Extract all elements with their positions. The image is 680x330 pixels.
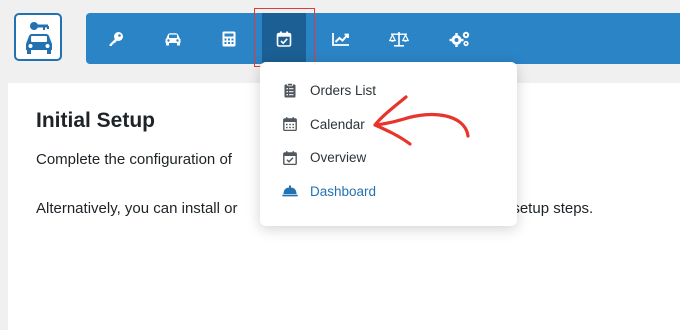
calendar-icon <box>282 116 298 132</box>
toolbar-button-settings[interactable] <box>440 13 480 64</box>
car-icon <box>165 32 181 45</box>
car-key-logo-icon <box>26 22 52 54</box>
intro-text: Complete the configuration of <box>36 151 232 168</box>
menu-item-label: Calendar <box>310 116 365 132</box>
calendar-check-icon <box>282 150 298 166</box>
top-toolbar <box>86 13 680 64</box>
chart-line-icon <box>332 32 349 46</box>
menu-item-dashboard[interactable]: Dashboard <box>260 175 517 209</box>
calculator-icon <box>222 31 236 46</box>
toolbar-button-calculator[interactable] <box>209 13 249 64</box>
menu-item-calendar[interactable]: Calendar <box>260 108 517 142</box>
toolbar-button-reports[interactable] <box>321 13 361 64</box>
menu-item-orders-list[interactable]: Orders List <box>260 74 517 108</box>
key-icon <box>109 31 123 46</box>
menu-item-label: Dashboard <box>310 183 377 199</box>
cogs-icon <box>449 31 470 47</box>
toolbar-button-taxes[interactable] <box>379 13 419 64</box>
menu-item-overview[interactable]: Overview <box>260 141 517 175</box>
alternative-text-start: Alternatively, you can install or <box>36 200 238 217</box>
toolbar-button-calendar[interactable] <box>262 13 306 64</box>
calendar-dropdown-menu: Orders List Calendar Overview Dashboard <box>260 62 517 226</box>
app-logo[interactable] <box>14 13 62 61</box>
toolbar-button-car[interactable] <box>153 13 193 64</box>
page-title: Initial Setup <box>36 109 156 132</box>
balance-scale-icon <box>389 31 409 47</box>
menu-item-label: Orders List <box>310 83 377 99</box>
clipboard-list-icon <box>282 83 298 99</box>
toolbar-button-key[interactable] <box>96 13 136 64</box>
menu-item-label: Overview <box>310 150 367 166</box>
calendar-check-icon <box>276 31 292 47</box>
concierge-bell-icon <box>282 183 298 199</box>
